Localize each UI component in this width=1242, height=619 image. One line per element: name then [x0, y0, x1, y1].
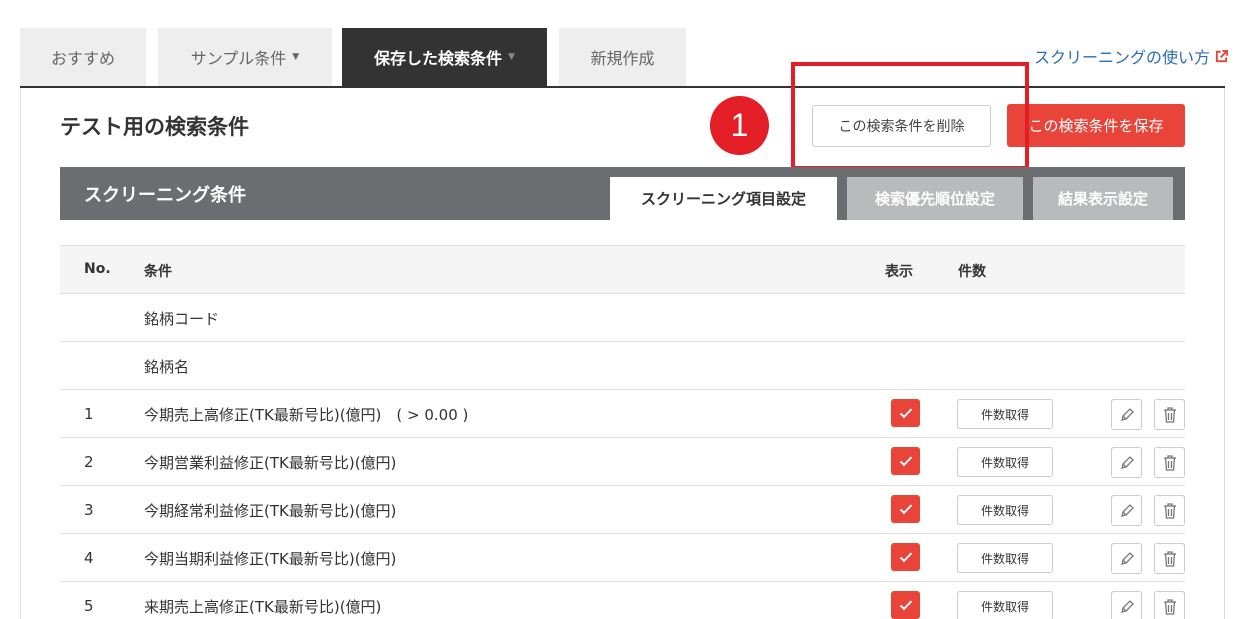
header-no: No.	[84, 261, 111, 277]
condition-label: 来期売上高修正(TK最新号比)(億円)	[144, 598, 382, 616]
delete-row-button[interactable]	[1154, 591, 1185, 619]
check-icon	[899, 408, 912, 419]
page-title: テスト用の検索条件	[60, 115, 249, 139]
row-number: 5	[84, 597, 94, 615]
display-checkbox[interactable]	[891, 447, 920, 475]
tab-search-priority[interactable]: 検索優先順位設定	[847, 177, 1023, 220]
condition-label: 今期営業利益修正(TK最新号比)(億円)	[144, 454, 397, 472]
tab-label: 保存した検索条件	[374, 49, 503, 68]
get-count-button[interactable]: 件数取得	[957, 495, 1053, 525]
delete-row-button[interactable]	[1154, 399, 1185, 430]
table-header: No. 条件 表示 件数	[60, 245, 1185, 294]
table-row: 銘柄名	[60, 342, 1185, 390]
trash-icon	[1163, 598, 1176, 615]
get-count-button[interactable]: 件数取得	[957, 543, 1053, 573]
trash-icon	[1163, 406, 1176, 423]
display-checkbox[interactable]	[891, 495, 920, 523]
pencil-icon	[1120, 503, 1134, 517]
condition-label: 銘柄名	[144, 358, 190, 376]
save-condition-button[interactable]: この検索条件を保存	[1007, 104, 1185, 147]
help-link[interactable]: スクリーニングの使い方	[1034, 44, 1228, 68]
tab-label: サンプル条件	[190, 49, 287, 68]
delete-condition-button[interactable]: この検索条件を削除	[812, 105, 991, 147]
trash-icon	[1163, 454, 1176, 471]
header-count: 件数	[958, 264, 986, 280]
condition-label: 今期経常利益修正(TK最新号比)(億円)	[144, 502, 397, 520]
chevron-down-icon: ▼	[292, 52, 300, 62]
get-count-button[interactable]: 件数取得	[957, 399, 1053, 429]
pencil-icon	[1120, 455, 1134, 469]
display-checkbox[interactable]	[891, 591, 920, 619]
edit-button[interactable]	[1111, 591, 1142, 619]
help-link-label: スクリーニングの使い方	[1033, 48, 1210, 67]
table-row: 2 今期営業利益修正(TK最新号比)(億円) 件数取得	[60, 438, 1185, 486]
check-icon	[899, 504, 912, 515]
tab-result-display[interactable]: 結果表示設定	[1033, 177, 1173, 220]
get-count-button[interactable]: 件数取得	[957, 591, 1053, 619]
row-number: 4	[84, 549, 94, 567]
step-badge: 1	[710, 96, 769, 155]
header-display: 表示	[885, 264, 913, 280]
tab-screening-items[interactable]: スクリーニング項目設定	[610, 177, 837, 220]
delete-row-button[interactable]	[1154, 447, 1185, 478]
table-row: 3 今期経常利益修正(TK最新号比)(億円) 件数取得	[60, 486, 1185, 534]
tab-saved-conditions[interactable]: 保存した検索条件 ▼	[342, 28, 547, 86]
edit-button[interactable]	[1111, 447, 1142, 478]
tab-label: 新規作成	[590, 49, 655, 68]
check-icon	[899, 600, 912, 611]
edit-button[interactable]	[1111, 495, 1142, 526]
edit-button[interactable]	[1111, 543, 1142, 574]
screening-title: スクリーニング条件	[84, 185, 246, 206]
trash-icon	[1163, 550, 1176, 567]
table-row: 銘柄コード	[60, 294, 1185, 342]
tab-recommended[interactable]: おすすめ	[20, 28, 146, 86]
external-link-icon	[1215, 49, 1228, 62]
check-icon	[899, 552, 912, 563]
tab-label: おすすめ	[50, 49, 115, 68]
row-number: 2	[84, 453, 94, 471]
table-row: 5 来期売上高修正(TK最新号比)(億円) 件数取得	[60, 582, 1185, 619]
chevron-down-icon: ▼	[508, 52, 515, 62]
row-number: 1	[84, 405, 94, 423]
pencil-icon	[1120, 551, 1134, 565]
tab-sample-conditions[interactable]: サンプル条件 ▼	[158, 28, 332, 86]
display-checkbox[interactable]	[891, 543, 920, 571]
delete-row-button[interactable]	[1154, 495, 1185, 526]
pencil-icon	[1120, 407, 1134, 421]
row-number: 3	[84, 501, 94, 519]
check-icon	[899, 456, 912, 467]
get-count-button[interactable]: 件数取得	[957, 447, 1053, 477]
table-row: 4 今期当期利益修正(TK最新号比)(億円) 件数取得	[60, 534, 1185, 582]
condition-label: 銘柄コード	[144, 310, 220, 328]
delete-row-button[interactable]	[1154, 543, 1185, 574]
display-checkbox[interactable]	[891, 399, 920, 427]
condition-label: 今期当期利益修正(TK最新号比)(億円)	[144, 550, 397, 568]
header-condition: 条件	[144, 264, 172, 280]
table-row: 1 今期売上高修正(TK最新号比)(億円) ( > 0.00 ) 件数取得	[60, 390, 1185, 438]
condition-label: 今期売上高修正(TK最新号比)(億円) ( > 0.00 )	[144, 406, 469, 424]
edit-button[interactable]	[1111, 399, 1142, 430]
tab-new[interactable]: 新規作成	[559, 28, 686, 86]
trash-icon	[1163, 502, 1176, 519]
pencil-icon	[1120, 599, 1134, 613]
